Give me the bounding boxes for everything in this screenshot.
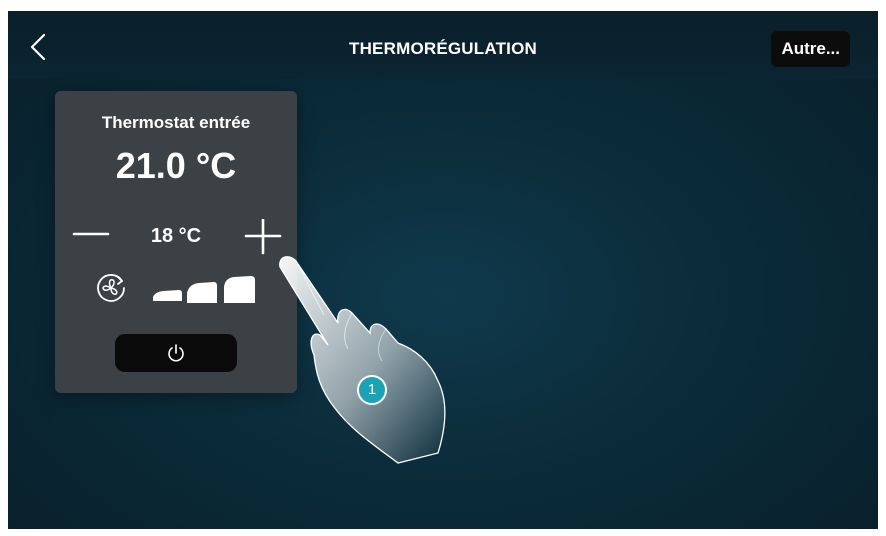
fan-speed-2-button[interactable] — [185, 279, 219, 305]
decrease-setpoint-button[interactable] — [71, 219, 111, 249]
fan-speed-1-button[interactable] — [151, 283, 183, 303]
fan-speed-high-icon — [224, 276, 255, 303]
page-title: THERMORÉGULATION — [349, 39, 537, 58]
hand-pointer-icon — [279, 256, 446, 464]
other-button[interactable]: Autre... — [771, 31, 850, 67]
fan-speed-medium-icon — [187, 282, 217, 303]
fan-mode-button[interactable] — [94, 271, 128, 305]
setpoint-value: 18 °C — [150, 225, 202, 247]
minus-icon — [72, 232, 110, 236]
power-icon — [168, 344, 184, 362]
thermostat-name: Thermostat entrée — [101, 113, 251, 132]
fan-speed-low-icon — [153, 290, 182, 301]
thermoregulation-screen: THERMORÉGULATION Autre... Thermostat ent… — [8, 11, 878, 529]
step-badge: 1 — [357, 375, 387, 405]
current-temperature: 21.0 °C — [115, 145, 237, 186]
fan-icon — [97, 274, 125, 302]
thermostat-card: Thermostat entrée 21.0 °C 18 °C — [55, 91, 297, 393]
top-bar: THERMORÉGULATION Autre... — [8, 11, 878, 79]
power-button[interactable] — [115, 334, 237, 372]
fan-speed-3-button[interactable] — [222, 275, 256, 305]
